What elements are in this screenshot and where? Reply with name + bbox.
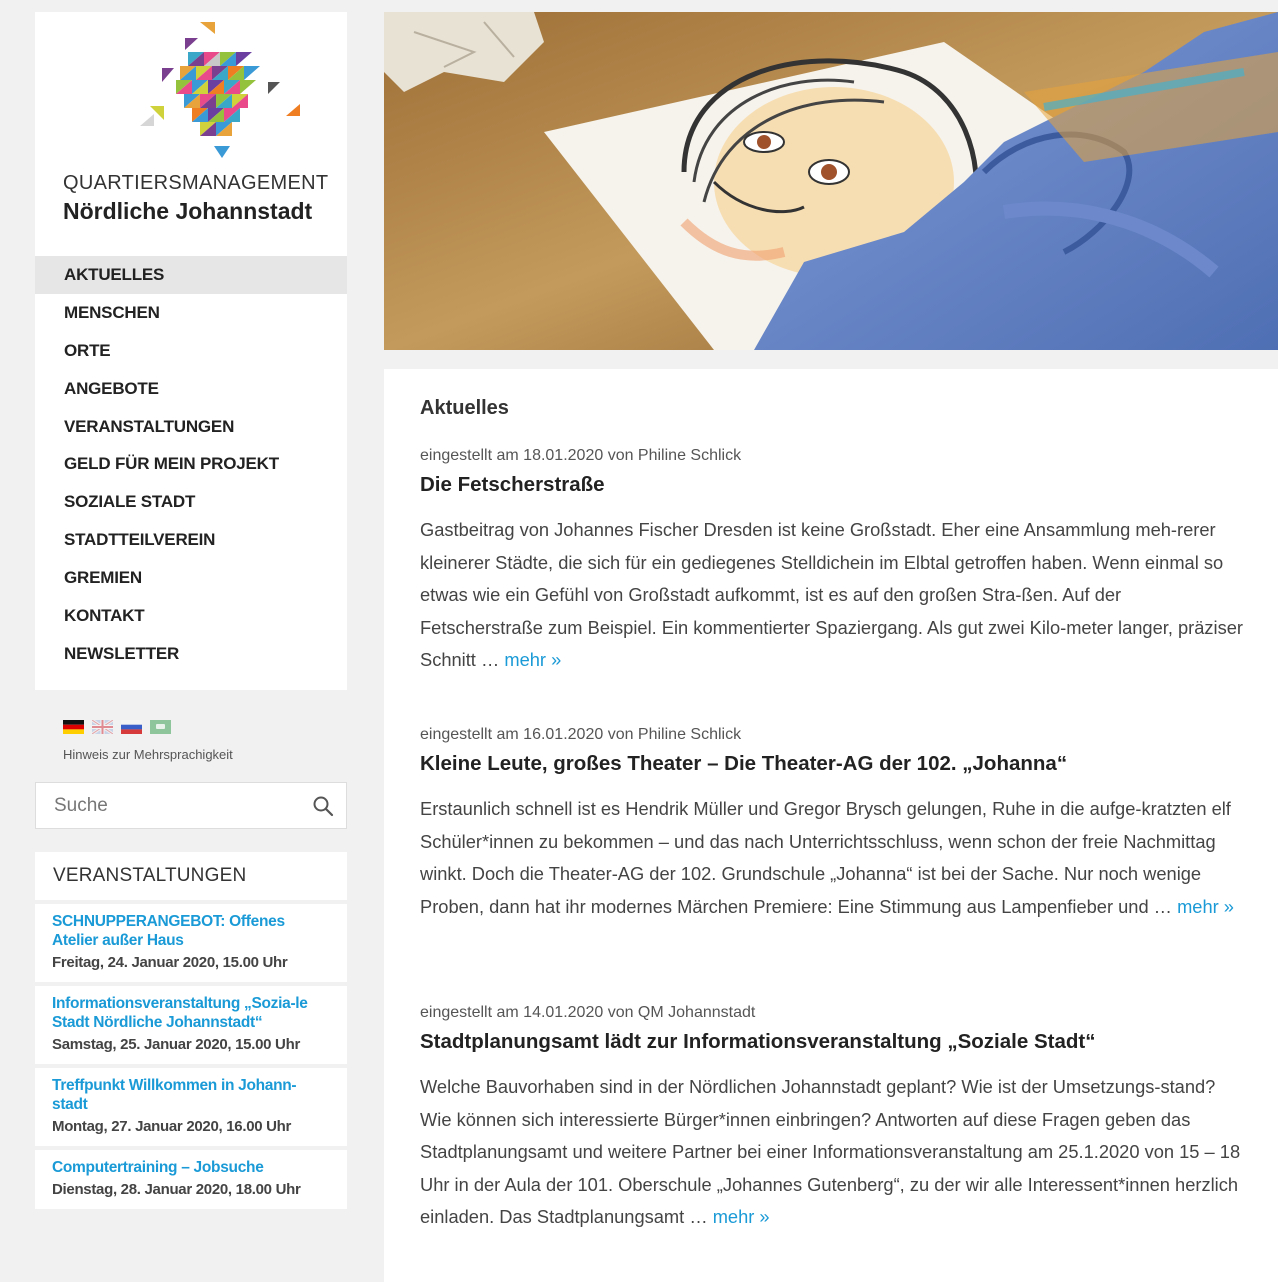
main-content: Aktuelles eingestellt am 18.01.2020 von … xyxy=(384,369,1278,1282)
post-excerpt-text: Welche Bauvorhaben sind in der Nördliche… xyxy=(420,1076,1241,1227)
logo-line2: Nördliche Johannstadt xyxy=(63,198,313,224)
post-item: eingestellt am 14.01.2020 von QM Johanns… xyxy=(420,1003,1246,1234)
nav-item-soziale-stadt[interactable]: SOZIALE STADT xyxy=(35,483,347,521)
search-box xyxy=(35,782,347,829)
post-excerpt: Gastbeitrag von Johannes Fischer Dresden… xyxy=(420,514,1246,677)
event-item: Informationsveranstaltung „Sozia-le Stad… xyxy=(35,986,347,1064)
event-item: Treffpunkt Willkommen in Johann-stadt Mo… xyxy=(35,1068,347,1146)
nav-item-orte[interactable]: ORTE xyxy=(35,332,347,370)
post-title-link[interactable]: Kleine Leute, großes Theater – Die Theat… xyxy=(420,751,1246,777)
post-excerpt-text: Erstaunlich schnell ist es Hendrik Mülle… xyxy=(420,798,1231,917)
post-item: eingestellt am 16.01.2020 von Philine Sc… xyxy=(420,725,1246,923)
event-item: Computertraining – Jobsuche Dienstag, 28… xyxy=(35,1150,347,1209)
nav-item-aktuelles[interactable]: AKTUELLES xyxy=(35,256,347,294)
post-excerpt: Erstaunlich schnell ist es Hendrik Mülle… xyxy=(420,793,1246,923)
main-navigation: AKTUELLES MENSCHEN ORTE ANGEBOTE VERANST… xyxy=(35,254,347,690)
nav-list: AKTUELLES MENSCHEN ORTE ANGEBOTE VERANST… xyxy=(35,254,347,673)
search-icon[interactable] xyxy=(312,795,334,817)
nav-item-kontakt[interactable]: KONTAKT xyxy=(35,597,347,635)
arabic-flag-icon[interactable] xyxy=(150,720,171,734)
nav-item-gremien[interactable]: GREMIEN xyxy=(35,559,347,597)
nav-item-angebote[interactable]: ANGEBOTE xyxy=(35,370,347,408)
search-input[interactable] xyxy=(36,783,314,828)
event-title-link[interactable]: Informationsveranstaltung „Sozia-le Stad… xyxy=(52,994,330,1032)
event-title-link[interactable]: Computertraining – Jobsuche xyxy=(52,1158,330,1177)
read-more-link[interactable]: mehr » xyxy=(504,649,561,670)
post-meta: eingestellt am 14.01.2020 von QM Johanns… xyxy=(420,1004,756,1021)
uk-flag-icon[interactable] xyxy=(92,720,113,734)
nav-item-stadtteilverein[interactable]: STADTTEILVEREIN xyxy=(35,521,347,559)
post-title-link[interactable]: Stadtplanungsamt lädt zur Informationsve… xyxy=(420,1029,1246,1055)
post-excerpt: Welche Bauvorhaben sind in der Nördliche… xyxy=(420,1071,1246,1234)
events-heading-box: VERANSTALTUNGEN xyxy=(35,852,347,900)
post-item: eingestellt am 18.01.2020 von Philine Sc… xyxy=(420,446,1246,677)
event-title-link[interactable]: Treffpunkt Willkommen in Johann-stadt xyxy=(52,1076,330,1114)
hero-illustration xyxy=(384,12,1278,350)
post-meta: eingestellt am 16.01.2020 von Philine Sc… xyxy=(420,726,742,743)
nav-item-geld-fuer-mein-projekt[interactable]: GELD FÜR MEIN PROJEKT xyxy=(35,445,347,483)
site-logo[interactable]: QUARTIERSMANAGEMENT Nördliche Johannstad… xyxy=(35,12,347,254)
nav-item-veranstaltungen[interactable]: VERANSTALTUNGEN xyxy=(35,408,347,446)
russian-flag-icon[interactable] xyxy=(121,720,142,734)
language-switcher xyxy=(63,720,171,734)
event-date: Freitag, 24. Januar 2020, 15.00 Uhr xyxy=(52,954,288,971)
event-date: Samstag, 25. Januar 2020, 15.00 Uhr xyxy=(52,1036,300,1053)
post-meta: eingestellt am 18.01.2020 von Philine Sc… xyxy=(420,447,742,464)
german-flag-icon[interactable] xyxy=(63,720,84,734)
read-more-link[interactable]: mehr » xyxy=(1177,896,1234,917)
events-heading: VERANSTALTUNGEN xyxy=(53,865,247,886)
nav-item-newsletter[interactable]: NEWSLETTER xyxy=(35,635,347,673)
page-title: Aktuelles xyxy=(420,397,509,419)
event-date: Dienstag, 28. Januar 2020, 18.00 Uhr xyxy=(52,1181,301,1198)
events-list: SCHNUPPERANGEBOT: Offenes Atelier außer … xyxy=(35,904,347,1213)
logo-line1: QUARTIERSMANAGEMENT xyxy=(63,172,329,194)
logo-mosaic-icon xyxy=(140,22,300,158)
multilingual-hint[interactable]: Hinweis zur Mehrsprachigkeit xyxy=(63,747,233,762)
event-date: Montag, 27. Januar 2020, 16.00 Uhr xyxy=(52,1118,292,1135)
read-more-link[interactable]: mehr » xyxy=(713,1206,770,1227)
event-item: SCHNUPPERANGEBOT: Offenes Atelier außer … xyxy=(35,904,347,982)
hero-image xyxy=(384,12,1278,350)
event-title-link[interactable]: SCHNUPPERANGEBOT: Offenes Atelier außer … xyxy=(52,912,330,950)
nav-item-menschen[interactable]: MENSCHEN xyxy=(35,294,347,332)
post-title-link[interactable]: Die Fetscherstraße xyxy=(420,472,1246,498)
post-excerpt-text: Gastbeitrag von Johannes Fischer Dresden… xyxy=(420,519,1243,670)
